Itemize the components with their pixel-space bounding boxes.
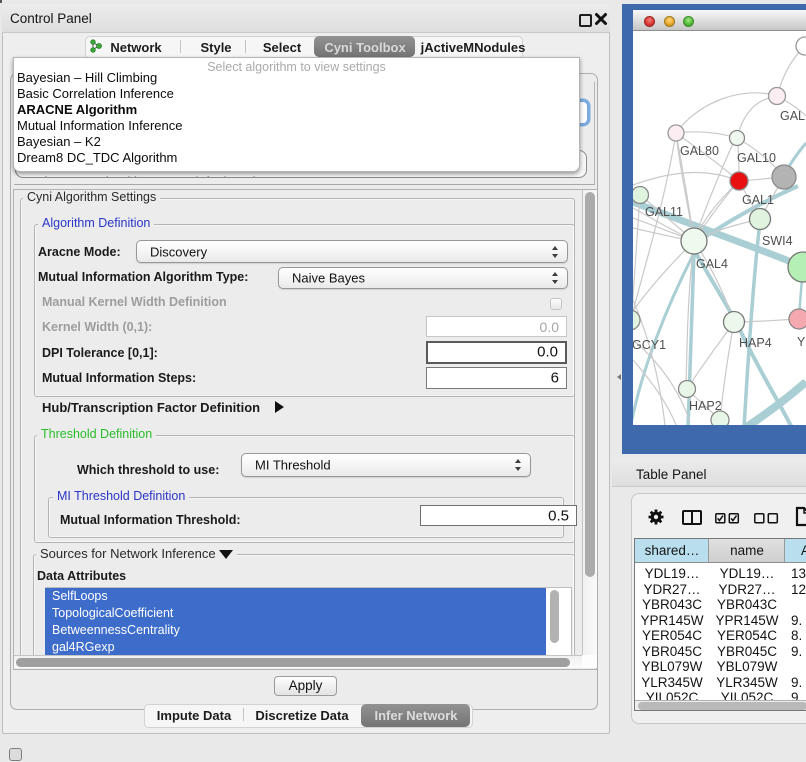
svg-text:GAL4: GAL4 <box>696 257 728 271</box>
svg-text:GCY1: GCY1 <box>633 338 666 352</box>
svg-text:GAL: GAL <box>780 109 805 123</box>
svg-text:GAL80: GAL80 <box>680 144 719 158</box>
svg-text:GAL1: GAL1 <box>742 193 774 207</box>
svg-text:HAP4: HAP4 <box>739 336 772 350</box>
svg-text:HAP2: HAP2 <box>689 399 722 413</box>
svg-text:Y: Y <box>797 335 806 349</box>
svg-text:GAL10: GAL10 <box>737 151 776 165</box>
svg-text:GAL11: GAL11 <box>645 205 683 219</box>
svg-text:SWI4: SWI4 <box>762 234 793 248</box>
